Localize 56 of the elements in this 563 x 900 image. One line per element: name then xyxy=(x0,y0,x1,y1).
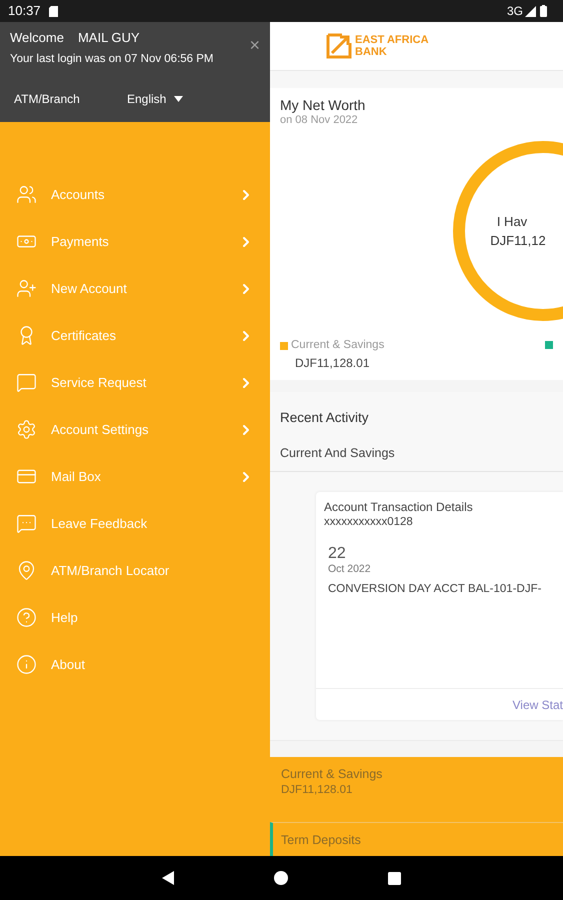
last-login-text: Your last login was on 07 Nov 06:56 PM xyxy=(10,52,215,66)
transaction-description: CONVERSION DAY ACCT BAL-101-DJF- xyxy=(327,582,542,597)
sd-card-icon xyxy=(48,6,58,16)
info-icon xyxy=(16,654,37,675)
atm-branch-link[interactable]: ATM/Branch xyxy=(14,90,127,108)
legend-label: Current & Savings xyxy=(291,338,384,353)
caret-icon xyxy=(174,96,184,102)
menu-item[interactable]: Certificates xyxy=(0,312,270,359)
people-icon xyxy=(16,184,37,205)
chat-icon xyxy=(16,372,37,393)
transaction-day: 22 xyxy=(324,545,555,563)
clock: 10:37 xyxy=(8,2,41,20)
menu-item[interactable]: Account Settings xyxy=(0,406,270,453)
account-balance: DJF11,128.01 xyxy=(281,783,354,798)
battery-icon xyxy=(540,5,547,17)
logo-text: BANK xyxy=(355,46,388,58)
account-tab[interactable]: Current And Savings xyxy=(270,428,563,472)
network-type: 3G xyxy=(506,3,523,20)
language-dropdown[interactable]: English xyxy=(127,90,184,108)
menu-item[interactable]: Accounts xyxy=(0,171,270,218)
account-summary-row[interactable]: Term Deposits xyxy=(270,822,563,856)
account-type: Current & Savings xyxy=(281,767,384,782)
menu-item[interactable]: ATM/Branch Locator xyxy=(0,547,270,594)
settings-icon xyxy=(16,419,37,440)
user-plus-icon xyxy=(16,278,37,299)
menu-item[interactable]: New Account xyxy=(0,265,270,312)
map-pin-icon xyxy=(16,560,37,581)
help-icon xyxy=(16,607,37,628)
legend-value: DJF11,128.01 xyxy=(294,355,370,372)
donut-label: I Hav xyxy=(496,212,528,230)
card-title: Account Transaction Details xyxy=(324,500,474,515)
back-icon[interactable] xyxy=(162,871,174,885)
net-worth-date: on 08 Nov 2022 xyxy=(280,114,359,127)
logo-mark-icon xyxy=(326,33,352,59)
user-name: MAIL GUY xyxy=(78,29,140,47)
account-type: Term Deposits xyxy=(281,833,362,848)
home-icon[interactable] xyxy=(274,871,288,885)
menu-item[interactable]: Help xyxy=(0,594,270,641)
account-summary-row[interactable]: Current & Savings DJF11,128.01 xyxy=(270,757,563,822)
donut-value: DJF11,12 xyxy=(489,232,546,250)
menu-item[interactable]: Leave Feedback xyxy=(0,500,270,547)
view-statement-link[interactable]: View Stat xyxy=(512,696,563,714)
transaction-month: Oct 2022 xyxy=(327,563,372,575)
menu-item[interactable]: Service Request xyxy=(0,359,270,406)
logo-text: EAST AFRICA xyxy=(355,34,429,46)
recent-activity-title: Recent Activity xyxy=(279,409,370,427)
close-button[interactable]: × xyxy=(249,36,260,54)
menu-item[interactable]: About xyxy=(0,641,270,688)
signal-icon xyxy=(525,6,536,16)
chat-dots-icon xyxy=(16,513,37,534)
net-worth-title: My Net Worth xyxy=(280,97,366,114)
account-number: xxxxxxxxxxx0128 xyxy=(324,515,414,529)
menu-item[interactable]: Mail Box xyxy=(0,453,270,500)
recents-icon[interactable] xyxy=(388,872,401,884)
menu-item[interactable]: Payments xyxy=(0,218,270,265)
welcome-text: Welcome xyxy=(10,29,64,47)
